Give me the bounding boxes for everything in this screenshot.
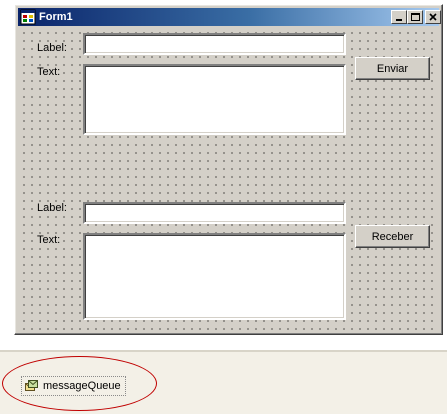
send-text-caption: Text: [36, 66, 62, 79]
receive-label-input[interactable] [83, 202, 346, 224]
receive-text-input[interactable] [83, 233, 346, 320]
maximize-button[interactable] [407, 10, 423, 24]
maximize-icon [411, 13, 420, 21]
receber-button[interactable]: Receber [355, 225, 430, 248]
enviar-button[interactable]: Enviar [355, 57, 430, 80]
close-button[interactable] [425, 10, 441, 24]
send-label-input[interactable] [83, 33, 346, 55]
receive-text-caption: Text: [36, 234, 62, 247]
form-titlebar[interactable]: Form1 [18, 8, 441, 26]
form-icon [20, 9, 36, 25]
form-client-area: Label: Text: Enviar Label: Text: Receber [18, 27, 439, 331]
form-window[interactable]: Form1 Label: Text: Enviar Label: Text: R… [14, 4, 443, 335]
send-label-caption: Label: [36, 42, 68, 55]
receive-label-caption: Label: [36, 202, 68, 215]
close-icon [429, 13, 437, 21]
minimize-icon [396, 19, 402, 21]
message-queue-label: messageQueue [43, 380, 121, 392]
message-queue-component[interactable]: messageQueue [21, 376, 126, 396]
form-title: Form1 [39, 11, 73, 23]
send-text-input[interactable] [83, 64, 346, 135]
message-queue-icon [25, 380, 38, 391]
minimize-button[interactable] [391, 10, 407, 24]
component-tray: messageQueue [0, 350, 447, 414]
designer-surface: Form1 Label: Text: Enviar Label: Text: R… [0, 0, 447, 350]
